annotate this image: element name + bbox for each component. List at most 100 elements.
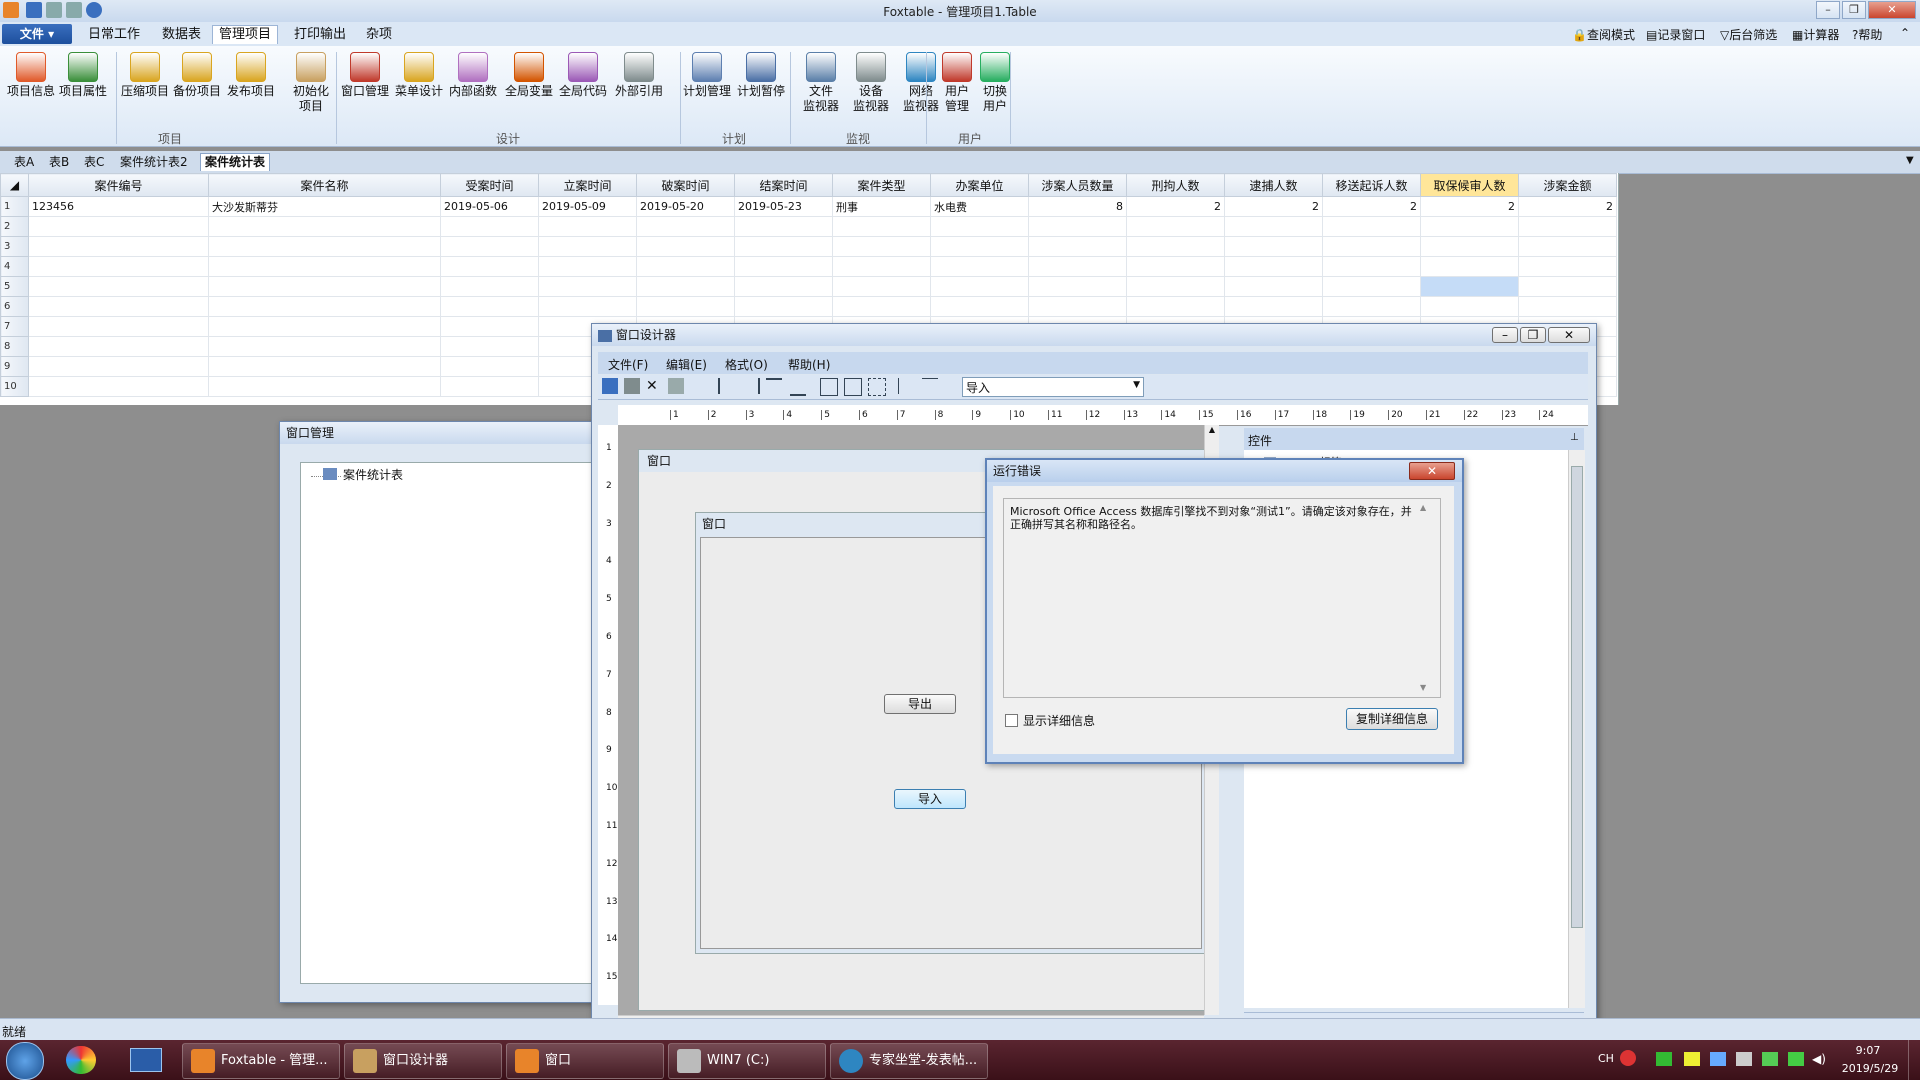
align-bottom-icon[interactable] [790, 378, 806, 396]
error-message-box[interactable]: Microsoft Office Access 数据库引擎找不到对象“测试1”。… [1003, 498, 1441, 698]
table-cell[interactable] [930, 256, 1029, 277]
table-cell[interactable] [1126, 236, 1225, 257]
row-number[interactable]: 8 [0, 336, 29, 357]
table-cell[interactable] [1322, 256, 1421, 277]
tab-list-dropdown-icon[interactable]: ▼ [1906, 155, 1914, 166]
menu-edit[interactable]: 编辑(E) [666, 356, 707, 373]
table-cell[interactable] [832, 236, 931, 257]
table-cell[interactable] [1126, 216, 1225, 237]
table-cell[interactable] [930, 296, 1029, 317]
row-number[interactable]: 5 [0, 276, 29, 297]
align-right-icon[interactable] [742, 378, 760, 394]
table-cell[interactable]: 2 [1518, 196, 1617, 217]
table-cell[interactable] [28, 296, 209, 317]
same-height-icon[interactable] [844, 378, 862, 396]
horizontal-spacing-icon[interactable] [922, 378, 938, 395]
table-cell[interactable] [440, 356, 539, 377]
column-header[interactable]: 办案单位 [930, 173, 1029, 197]
table-cell[interactable] [208, 256, 441, 277]
scroll-up-icon[interactable]: ▲ [1420, 503, 1426, 512]
table-cell[interactable] [538, 256, 637, 277]
table-cell[interactable]: 2 [1126, 196, 1225, 217]
clock-date[interactable]: 2019/5/29 [1834, 1062, 1906, 1075]
copy-format-icon[interactable] [668, 378, 684, 394]
table-cell[interactable]: 8 [1028, 196, 1127, 217]
table-cell[interactable] [930, 276, 1029, 297]
vertical-spacing-icon[interactable] [898, 378, 915, 394]
column-header[interactable]: 逮捕人数 [1224, 173, 1323, 197]
taskbar-explorer[interactable]: WIN7 (C:) [668, 1043, 826, 1079]
table-cell[interactable] [1420, 216, 1519, 237]
table-cell[interactable] [440, 316, 539, 337]
table-cell[interactable] [208, 216, 441, 237]
pin-icon[interactable]: ⊥ [1570, 432, 1579, 443]
file-menu-button[interactable]: 文件 ▾ [2, 24, 72, 44]
tray-icon[interactable] [1736, 1052, 1752, 1066]
row-number[interactable]: 6 [0, 296, 29, 317]
delete-icon[interactable]: ✕ [646, 378, 662, 394]
table-cell[interactable] [1420, 236, 1519, 257]
row-number[interactable]: 7 [0, 316, 29, 337]
volume-icon[interactable]: ◀) [1812, 1052, 1826, 1066]
table-cell[interactable] [734, 236, 833, 257]
table-cell[interactable] [208, 316, 441, 337]
table-cell[interactable]: 刑事 [832, 196, 931, 217]
row-number[interactable]: 1 [0, 196, 29, 217]
minimize-button[interactable]: – [1816, 1, 1840, 19]
column-header[interactable]: 涉案金额 [1518, 173, 1617, 197]
table-cell[interactable]: 2 [1322, 196, 1421, 217]
ribbon-button-8[interactable]: 内部函数 [448, 52, 498, 99]
taskbar-foxtable[interactable]: Foxtable - 管理... [182, 1043, 340, 1079]
tray-icon[interactable] [1684, 1052, 1700, 1066]
table-cell[interactable] [1126, 296, 1225, 317]
row-number[interactable]: 10 [0, 376, 29, 397]
table-cell[interactable] [1518, 296, 1617, 317]
table-cell[interactable] [440, 256, 539, 277]
row-number[interactable]: 4 [0, 256, 29, 277]
table-cell[interactable] [1028, 296, 1127, 317]
ribbon-button-10[interactable]: 全局代码 [558, 52, 608, 99]
table-cell[interactable] [1126, 276, 1225, 297]
show-details-checkbox[interactable] [1005, 714, 1018, 727]
table-cell[interactable] [636, 256, 735, 277]
table-cell[interactable] [832, 216, 931, 237]
column-header[interactable]: 案件类型 [832, 173, 931, 197]
column-header[interactable]: 刑拘人数 [1126, 173, 1225, 197]
table-cell[interactable] [1322, 296, 1421, 317]
table-cell[interactable] [636, 296, 735, 317]
table-cell[interactable] [734, 296, 833, 317]
table-cell[interactable] [1224, 256, 1323, 277]
table-cell[interactable] [1224, 296, 1323, 317]
scrollbar-thumb[interactable] [1571, 466, 1583, 928]
column-header[interactable]: 立案时间 [538, 173, 637, 197]
align-left-icon[interactable] [718, 378, 736, 394]
menu-format[interactable]: 格式(O) [725, 356, 768, 373]
table-cell[interactable] [1028, 256, 1127, 277]
sheet-tab-c[interactable]: 表C [80, 154, 108, 171]
table-cell[interactable] [440, 216, 539, 237]
tab-daily-work[interactable]: 日常工作 [82, 26, 146, 44]
table-cell[interactable] [440, 296, 539, 317]
select-all-corner[interactable]: ◢ [0, 173, 29, 197]
save-icon[interactable] [602, 378, 618, 394]
table-cell[interactable] [1224, 236, 1323, 257]
tray-icon[interactable] [1762, 1052, 1778, 1066]
tab-data-tables[interactable]: 数据表 [156, 26, 207, 44]
table-cell[interactable] [1126, 256, 1225, 277]
table-cell[interactable] [1224, 276, 1323, 297]
taskbar-window[interactable]: 窗口 [506, 1043, 664, 1079]
tray-icon[interactable] [1710, 1052, 1726, 1066]
table-cell[interactable] [1322, 276, 1421, 297]
menu-file[interactable]: 文件(F) [608, 356, 648, 373]
security-icon[interactable] [1788, 1052, 1804, 1066]
menu-help[interactable]: 帮助(H) [788, 356, 830, 373]
table-cell[interactable] [208, 276, 441, 297]
ribbon-button-12[interactable]: 计划管理 [682, 52, 732, 99]
table-cell[interactable]: 123456 [28, 196, 209, 217]
table-cell[interactable]: 水电费 [930, 196, 1029, 217]
ribbon-button-3[interactable]: 备份项目 [172, 52, 222, 99]
table-cell[interactable] [538, 296, 637, 317]
sheet-tab-case-stats[interactable]: 案件统计表 [200, 153, 271, 171]
sheet-tab-case-stats-2[interactable]: 案件统计表2 [116, 154, 192, 171]
ribbon-button-13[interactable]: 计划暂停 [736, 52, 786, 99]
